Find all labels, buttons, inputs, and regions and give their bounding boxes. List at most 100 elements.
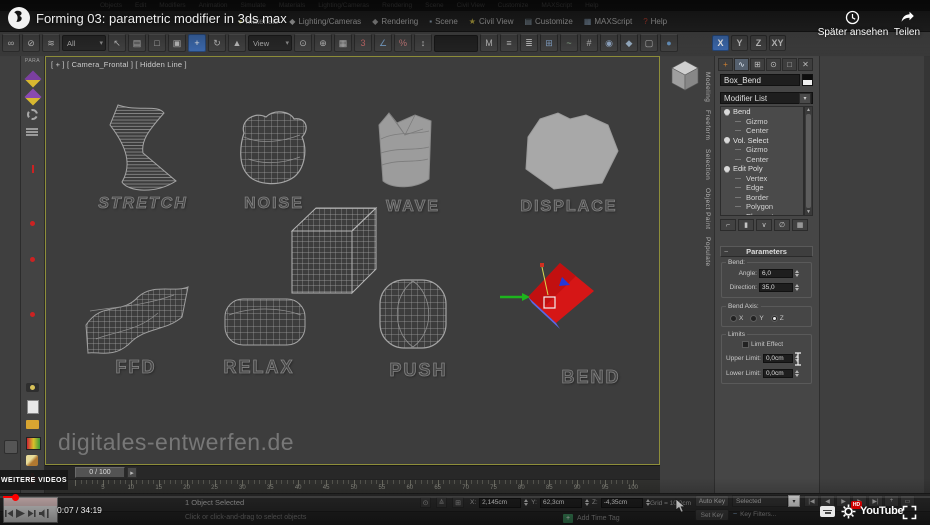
menu-item-lighting-cameras[interactable]: Lighting/Cameras <box>318 2 369 9</box>
para-modifier-2-button[interactable] <box>26 163 40 176</box>
object-color-swatch[interactable] <box>802 74 813 86</box>
ribbon-tab-modeling[interactable]: Modeling <box>704 72 711 102</box>
gradient-tool-button[interactable] <box>26 436 40 449</box>
para-modifier-10-button[interactable] <box>26 309 40 322</box>
note-tool-button[interactable] <box>26 400 40 413</box>
render-setup-button[interactable]: ◆ <box>620 34 638 52</box>
modifier-enable-bulb-icon[interactable] <box>724 109 730 115</box>
window-crossing-toggle-button[interactable]: ▣ <box>168 34 186 52</box>
select-and-scale-button[interactable]: ▲ <box>228 34 246 52</box>
absolute-mode-icon[interactable]: ⊞ <box>452 497 464 508</box>
axis-y-button[interactable]: Y <box>731 35 748 51</box>
stack-modifier-edit-poly[interactable]: Edit Poly <box>721 164 803 174</box>
bend-axis-option-y[interactable]: Y <box>750 315 763 322</box>
modifier-purple-s-button[interactable] <box>26 90 40 103</box>
modifier-stack-icon-button[interactable] <box>26 127 40 140</box>
noise-object[interactable] <box>232 107 314 194</box>
scrollbar-thumb[interactable] <box>806 114 811 208</box>
ffd-object[interactable] <box>82 283 192 366</box>
pin-stack-button[interactable]: ⌐ <box>720 219 736 231</box>
modifier-list-dropdown[interactable]: Modifier List ▾ <box>720 92 813 104</box>
menu-item-maxscript[interactable]: MAXScript <box>541 2 572 9</box>
ribbon-tab-selection[interactable]: Selection <box>704 149 711 180</box>
reference-coordinate-dropdown[interactable]: View▾ <box>248 35 292 51</box>
lower-limit-field[interactable]: 0,0cm <box>763 369 793 378</box>
menu-item-modifiers[interactable]: Modifiers <box>159 2 185 9</box>
menu-item-scene[interactable]: Scene <box>425 2 443 9</box>
menu-item-simulate[interactable]: Simulate <box>241 2 266 9</box>
para-modifier-6-button[interactable] <box>26 236 40 249</box>
parameters-rollout-header[interactable]: − Parameters <box>720 246 813 257</box>
more-videos-badge[interactable]: WEITERE VIDEOS <box>0 470 68 490</box>
viewport[interactable]: [ + ] [ Camera_Frontal ] [ Hidden Line ] <box>45 56 660 465</box>
dock-handle-button[interactable] <box>4 440 18 454</box>
display-tab[interactable]: □ <box>782 58 797 71</box>
menu-item-animation[interactable]: Animation <box>199 2 228 9</box>
coord-field-z[interactable]: -4,35cm <box>601 498 643 508</box>
angle-snap-toggle-button[interactable]: ∠ <box>374 34 392 52</box>
menu-item-civil-view[interactable]: Civil View <box>457 2 485 9</box>
coord-field-x[interactable]: 2,145cm <box>479 498 521 508</box>
scroll-down-icon[interactable]: ▼ <box>806 209 811 215</box>
motion-tab[interactable]: ⊙ <box>766 58 781 71</box>
graphite-ribbon-toggle-button[interactable]: ⊞ <box>540 34 558 52</box>
coord-field-y[interactable]: 62,3cm <box>540 498 582 508</box>
time-slider-handle[interactable]: 0 / 100 <box>75 467 125 478</box>
spinner-snap-toggle-button[interactable]: ↕ <box>414 34 432 52</box>
upper-limit-field[interactable]: 0,0cm <box>763 354 793 363</box>
camera-tool-button[interactable] <box>26 381 40 394</box>
time-slider-next-button[interactable]: ▸ <box>127 467 137 478</box>
menu-item-maxscript[interactable]: ▦MAXScript <box>584 17 632 26</box>
select-and-move-button[interactable]: + <box>188 34 206 52</box>
hierarchy-tab[interactable]: ⊞ <box>750 58 765 71</box>
menu-item-rendering[interactable]: ◆Rendering <box>372 17 418 26</box>
panel-scroll-edge[interactable] <box>924 56 930 493</box>
para-modifier-13-button[interactable] <box>26 363 40 376</box>
brush-tool-button[interactable] <box>26 454 40 467</box>
para-modifier-1-button[interactable] <box>26 145 40 158</box>
stack-subobject-center[interactable]: Center <box>721 155 803 165</box>
menu-item-objects[interactable]: Objects <box>100 2 122 9</box>
render-production-button[interactable]: ● <box>660 34 678 52</box>
menu-item-help[interactable]: Help <box>585 2 598 9</box>
select-and-rotate-button[interactable]: ↻ <box>208 34 226 52</box>
stack-subobject-vertex[interactable]: Vertex <box>721 174 803 184</box>
fullscreen-icon[interactable] <box>902 505 917 525</box>
rendered-frame-window-button[interactable]: ▢ <box>640 34 658 52</box>
radio-y[interactable] <box>750 315 757 322</box>
configure-modifier-sets-button[interactable]: ▦ <box>792 219 808 231</box>
axis-xy-button[interactable]: XY <box>769 35 786 51</box>
modify-tab[interactable]: ∿ <box>734 58 749 71</box>
stretch-object[interactable] <box>96 103 188 198</box>
select-by-name-button[interactable]: ▤ <box>128 34 146 52</box>
stack-subobject-border[interactable]: Border <box>721 193 803 203</box>
unlink-selection-button[interactable]: ⊘ <box>22 34 40 52</box>
material-editor-button[interactable]: ◉ <box>600 34 618 52</box>
select-and-link-button[interactable]: ∞ <box>2 34 20 52</box>
youtube-logo[interactable]: YouTube <box>860 505 903 517</box>
stack-modifier-vol-select[interactable]: Vol. Select <box>721 136 803 146</box>
menu-item-help[interactable]: ?Help <box>643 17 667 26</box>
direction-spinner[interactable] <box>795 282 799 293</box>
bend-axis-option-x[interactable]: X <box>730 315 743 322</box>
utilities-tab[interactable]: ✕ <box>798 58 813 71</box>
angle-field[interactable]: 6,0 <box>759 269 793 278</box>
rectangular-selection-region-button[interactable]: □ <box>148 34 166 52</box>
limit-effect-checkbox[interactable] <box>742 341 749 348</box>
video-title[interactable]: Forming 03: parametric modifier in 3ds m… <box>36 11 287 26</box>
displace-object[interactable] <box>514 111 626 200</box>
stack-subobject-gizmo[interactable]: Gizmo <box>721 145 803 155</box>
curve-editor-button[interactable]: ~ <box>560 34 578 52</box>
modifier-enable-bulb-icon[interactable] <box>724 137 730 143</box>
select-object-button[interactable]: ↖ <box>108 34 126 52</box>
percent-snap-toggle-button[interactable]: % <box>394 34 412 52</box>
add-time-tag[interactable]: + Add Time Tag <box>563 514 620 523</box>
para-modifier-7-button[interactable] <box>26 254 40 267</box>
select-and-manipulate-button[interactable]: ⊕ <box>314 34 332 52</box>
direction-field[interactable]: 35,0 <box>759 283 793 292</box>
coord-spinner[interactable] <box>524 497 528 508</box>
layer-manager-button[interactable]: ≣ <box>520 34 538 52</box>
para-modifier-9-button[interactable] <box>26 290 40 303</box>
named-selection-field[interactable] <box>434 35 478 52</box>
bind-to-spacewarp-button[interactable]: ≋ <box>42 34 60 52</box>
